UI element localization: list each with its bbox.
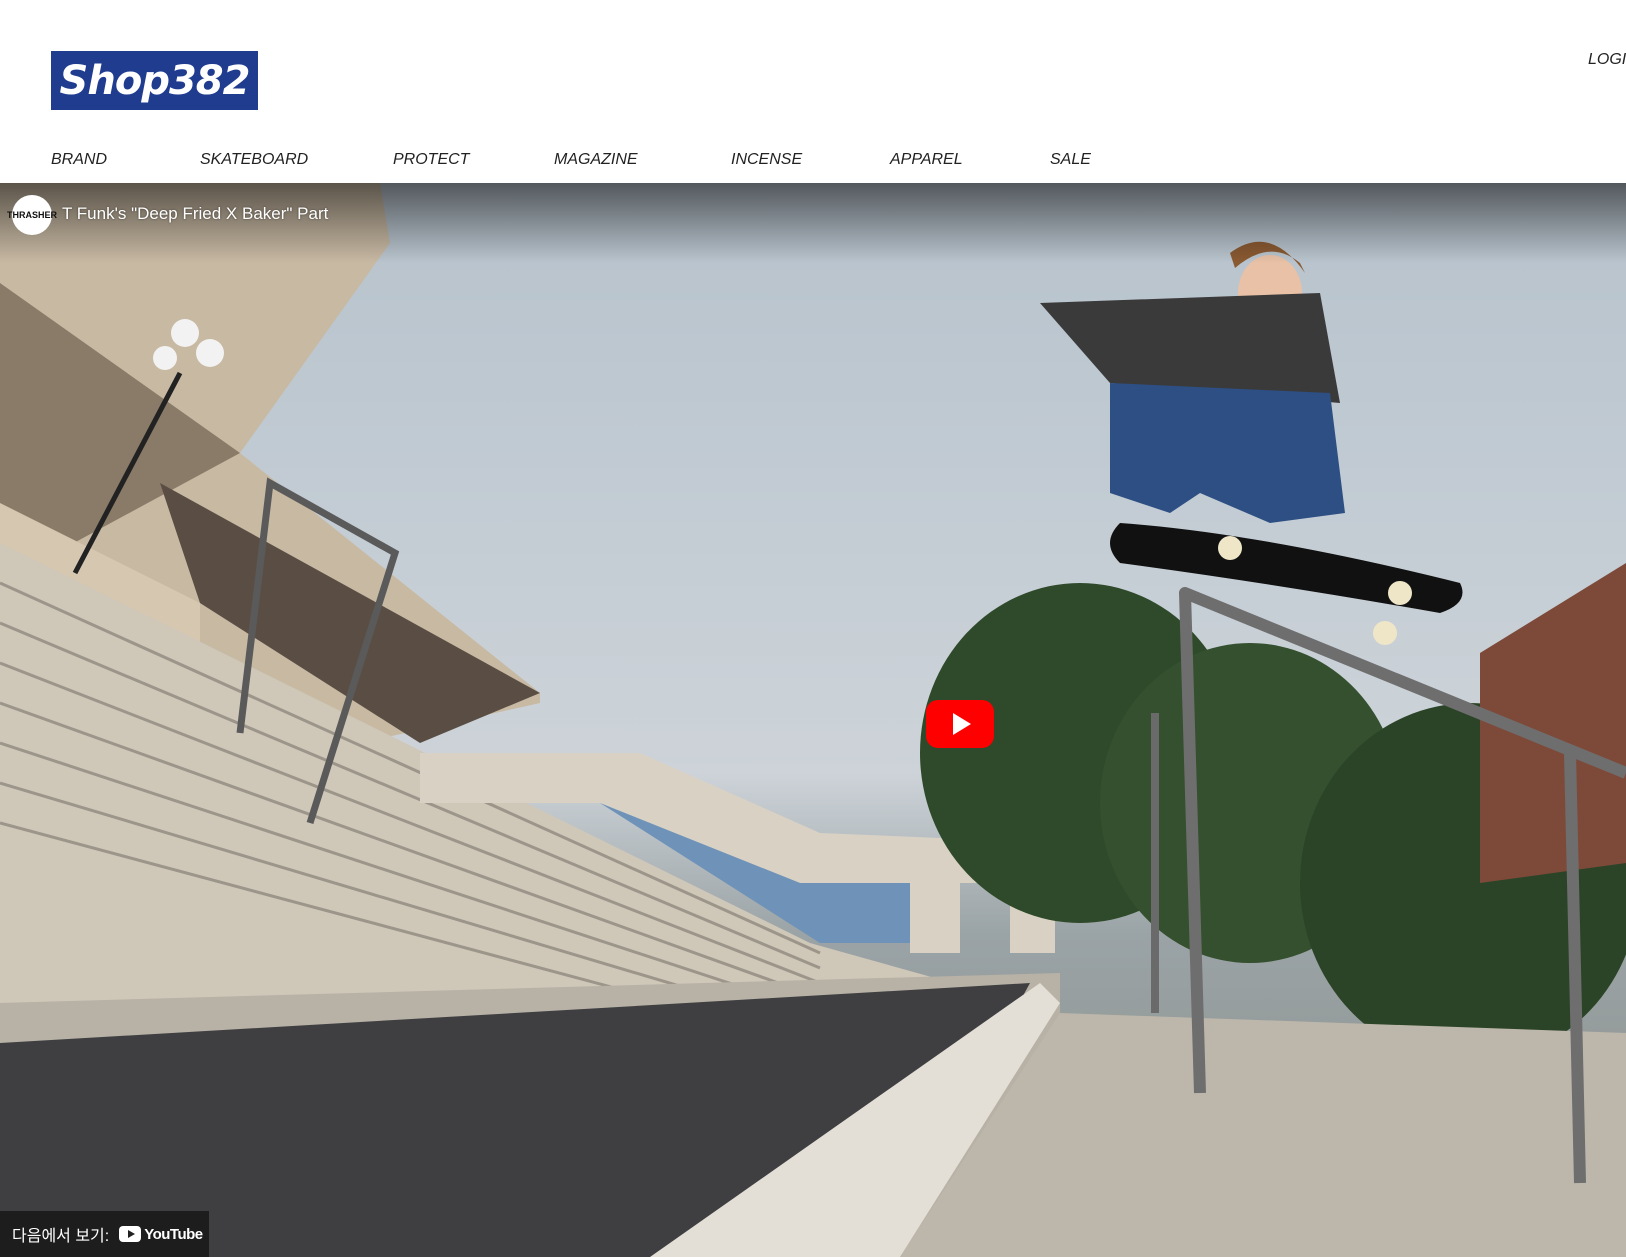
- play-icon: [953, 713, 971, 735]
- channel-avatar[interactable]: THRASHER: [7, 195, 57, 235]
- nav-item-brand[interactable]: BRAND: [51, 151, 107, 169]
- youtube-wordmark: YouTube: [144, 1225, 203, 1243]
- nav-item-protect[interactable]: PROTECT: [393, 151, 469, 169]
- main-nav: BRAND SKATEBOARD PROTECT MAGAZINE INCENS…: [0, 151, 1626, 175]
- play-button[interactable]: [926, 700, 994, 748]
- video-thumbnail: [0, 183, 1626, 1257]
- video-title[interactable]: T Funk's "Deep Fried X Baker" Part: [62, 204, 328, 224]
- site-header: Shop382 LOGIN BRAND SKATEBOARD PROTECT M…: [0, 0, 1626, 183]
- nav-item-incense[interactable]: INCENSE: [731, 151, 802, 169]
- site-logo[interactable]: Shop382: [51, 51, 258, 110]
- watch-on-youtube-button[interactable]: 다음에서 보기: YouTube: [0, 1211, 209, 1257]
- nav-item-magazine[interactable]: MAGAZINE: [554, 151, 638, 169]
- youtube-logo: YouTube: [119, 1225, 203, 1243]
- nav-item-sale[interactable]: SALE: [1050, 151, 1091, 169]
- page: Shop382 LOGIN BRAND SKATEBOARD PROTECT M…: [0, 0, 1626, 1257]
- login-link[interactable]: LOGIN: [1588, 51, 1626, 69]
- video-embed[interactable]: THRASHER T Funk's "Deep Fried X Baker" P…: [0, 183, 1626, 1257]
- youtube-icon: [119, 1226, 142, 1242]
- nav-item-apparel[interactable]: APPAREL: [890, 151, 963, 169]
- nav-item-skateboard[interactable]: SKATEBOARD: [200, 151, 308, 169]
- watch-on-label: 다음에서 보기:: [12, 1228, 110, 1245]
